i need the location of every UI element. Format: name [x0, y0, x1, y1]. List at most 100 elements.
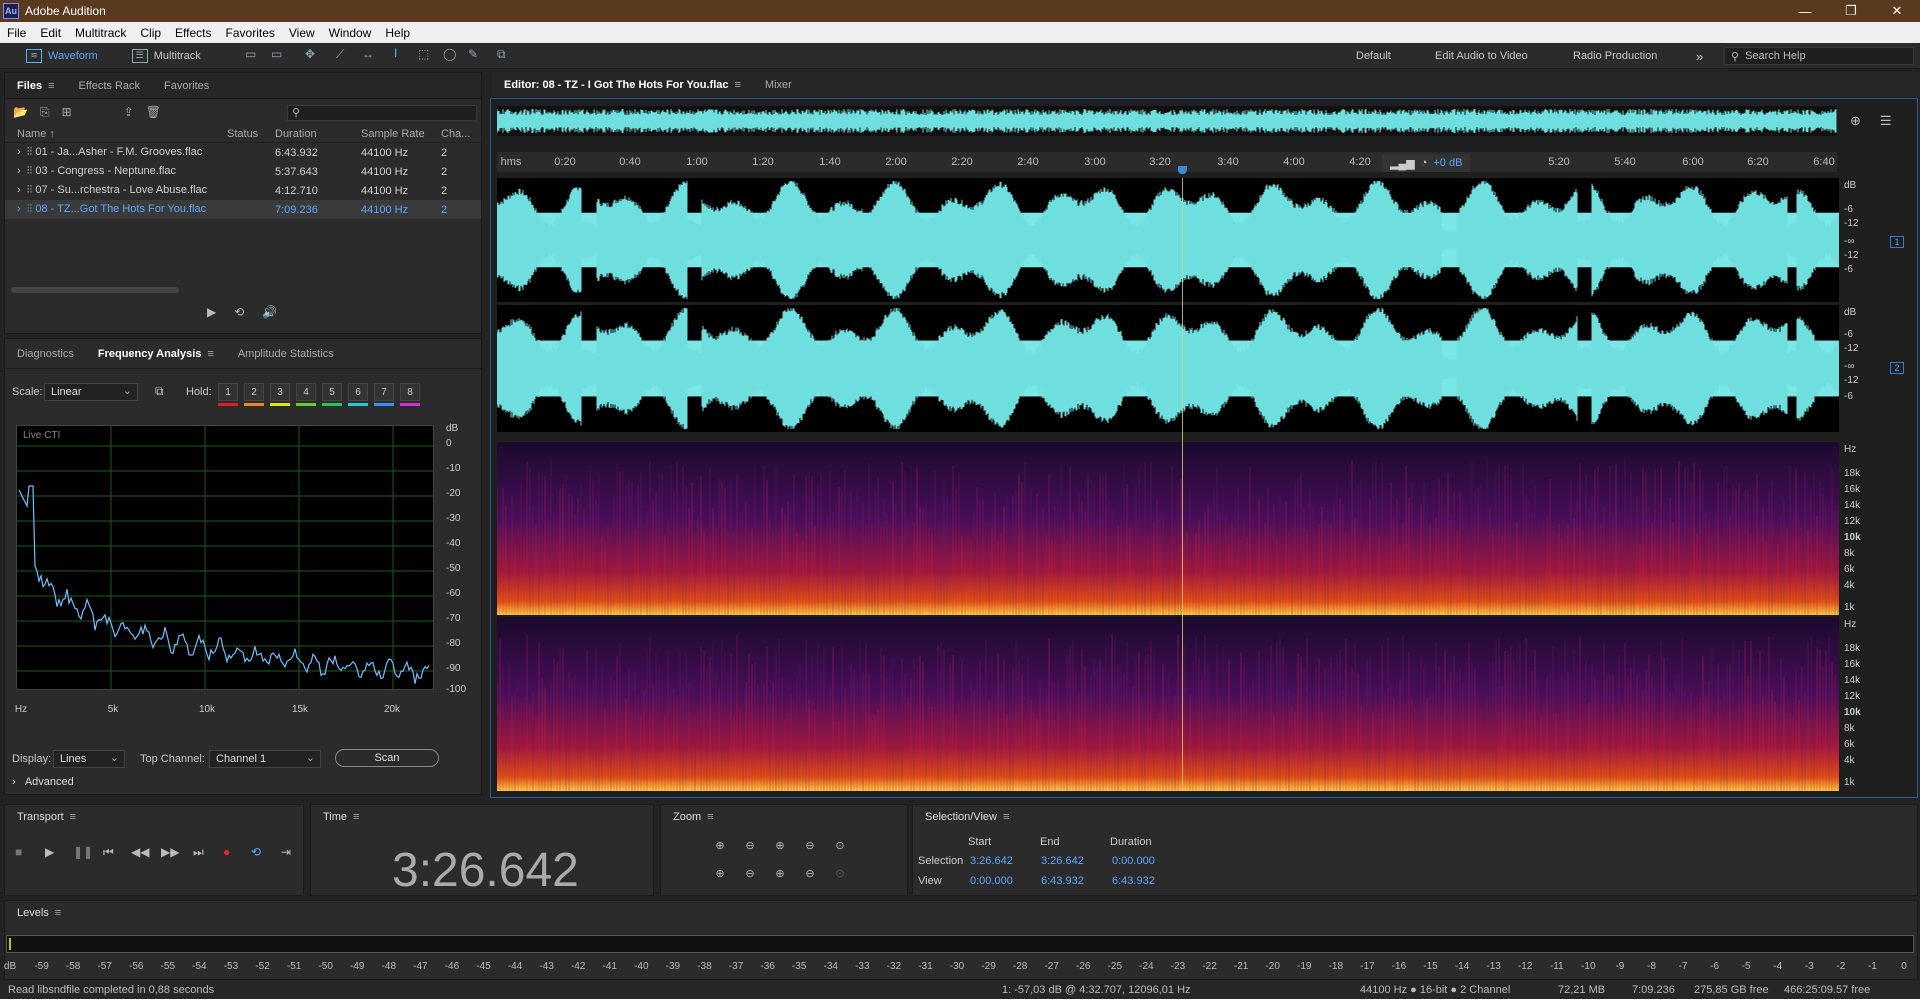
minimize-button[interactable]: — — [1782, 0, 1828, 22]
copy-icon[interactable]: ⧉ — [155, 384, 164, 399]
tab-editor[interactable]: Editor: 08 - TZ - I Got The Hots For You… — [492, 72, 753, 98]
previous-button[interactable]: ⏮ — [103, 845, 114, 860]
tab-effects-rack[interactable]: Effects Rack — [67, 73, 153, 99]
pause-button[interactable]: ❚❚ — [73, 845, 93, 859]
zoom-in-time-icon[interactable]: ⊕ — [772, 838, 788, 852]
slip-tool-icon[interactable]: ↔ — [362, 47, 374, 61]
hold-1-button[interactable]: 1 — [218, 383, 238, 401]
tab-frequency-analysis[interactable]: Frequency Analysis ≡ — [86, 341, 226, 367]
panel-menu-icon[interactable]: ≡ — [55, 907, 61, 919]
tab-diagnostics[interactable]: Diagnostics — [5, 341, 86, 367]
record-button[interactable]: ● — [223, 845, 230, 859]
workspace-radio-production[interactable]: Radio Production — [1573, 43, 1657, 69]
selection-start[interactable]: 3:26.642 — [970, 855, 1013, 867]
marquee-tool-icon[interactable]: ⬚ — [418, 47, 429, 61]
panel-menu-icon[interactable]: ≡ — [1003, 811, 1009, 823]
file-row[interactable]: › ⫶⫶ 01 - Ja...Asher - F.M. Grooves.flac… — [5, 143, 481, 162]
open-file-icon[interactable]: 📂 — [13, 105, 28, 119]
zoom-to-fit-icon[interactable]: ⊕ — [1850, 113, 1861, 129]
display-dropdown[interactable]: Lines — [53, 750, 125, 768]
import-file-icon[interactable]: ⎘ — [40, 105, 50, 120]
top-channel-dropdown[interactable]: Channel 1 — [209, 750, 321, 768]
hold-4-button[interactable]: 4 — [296, 383, 316, 401]
menu-clip[interactable]: Clip — [133, 26, 168, 40]
lasso-tool-icon[interactable]: ◯ — [443, 47, 456, 61]
tab-amplitude-statistics[interactable]: Amplitude Statistics — [226, 341, 346, 367]
fast-forward-button[interactable]: ▶▶ — [161, 845, 179, 859]
skip-button[interactable]: ⇥ — [281, 845, 291, 859]
file-row[interactable]: › ⫶⫶ 03 - Congress - Neptune.flac 5:37.6… — [5, 162, 481, 181]
menu-favorites[interactable]: Favorites — [219, 26, 282, 40]
tab-files[interactable]: Files ≡ — [5, 73, 67, 99]
insert-icon[interactable]: ⇪ — [124, 105, 134, 119]
playhead-marker-icon[interactable] — [1178, 166, 1187, 174]
spectral-pitch-icon[interactable]: ▭ — [271, 47, 282, 61]
files-scrollbar[interactable] — [11, 287, 179, 293]
menu-multitrack[interactable]: Multitrack — [68, 26, 133, 40]
preview-loop-icon[interactable]: ⟲ — [234, 305, 244, 319]
hold-6-button[interactable]: 6 — [348, 383, 368, 401]
selection-duration[interactable]: 0:00.000 — [1112, 855, 1155, 867]
brush-tool-icon[interactable]: ✎ — [468, 47, 478, 61]
spectrogram-channel-2[interactable] — [497, 617, 1839, 791]
gain-knob-icon[interactable]: ◔ — [1421, 157, 1428, 169]
col-status[interactable]: Status — [227, 128, 275, 140]
move-tool-icon[interactable]: ✥ — [305, 47, 315, 61]
loop-button[interactable]: ⟲ — [251, 845, 261, 859]
hud-gain[interactable]: ▂▄▆ ◔ +0 dB — [1382, 154, 1471, 172]
channel-1-badge[interactable]: 1 — [1890, 236, 1904, 248]
expand-icon[interactable]: › ⫶⫶ — [17, 184, 35, 196]
preview-play-icon[interactable]: ▶ — [207, 305, 216, 319]
zoom-selection-icon[interactable]: ⊕ — [712, 866, 728, 880]
hold-2-button[interactable]: 2 — [244, 383, 264, 401]
file-row[interactable]: › ⫶⫶ 07 - Su...rchestra - Love Abuse.fla… — [5, 181, 481, 200]
frequency-graph[interactable]: Live CTI — [16, 425, 435, 691]
workspace-edit-audio-to-video[interactable]: Edit Audio to Video — [1435, 43, 1528, 69]
new-file-icon[interactable]: ⊞ — [62, 105, 72, 119]
zoom-left-icon[interactable]: ⊕ — [772, 866, 788, 880]
restore-button[interactable]: ❐ — [1828, 0, 1874, 22]
view-end[interactable]: 6:43.932 — [1041, 875, 1084, 887]
panel-menu-icon[interactable]: ≡ — [48, 80, 54, 92]
multitrack-mode-button[interactable]: ☰ Multitrack — [118, 46, 209, 66]
zoom-out-time-icon[interactable]: ⊖ — [802, 838, 818, 852]
zoom-reset-icon[interactable]: ⊙ — [832, 866, 848, 880]
file-row-selected[interactable]: › ⫶⫶ 08 - TZ...Got The Hots For You.flac… — [5, 200, 481, 219]
menu-help[interactable]: Help — [378, 26, 417, 40]
hold-8-button[interactable]: 8 — [400, 383, 420, 401]
time-ruler[interactable]: hms 0:20 0:40 1:00 1:20 1:40 2:00 2:20 2:40 3:00… — [497, 152, 1837, 172]
tab-mixer[interactable]: Mixer — [753, 72, 804, 98]
spectral-freq-icon[interactable]: ▭ — [245, 47, 256, 61]
col-duration[interactable]: Duration — [275, 128, 361, 140]
zoom-in-point-icon[interactable]: ⊖ — [742, 866, 758, 880]
rewind-button[interactable]: ◀◀ — [131, 845, 149, 859]
spectrogram-channel-1[interactable] — [497, 442, 1839, 615]
spectral-toggle-icon[interactable]: ☰ — [1880, 113, 1892, 129]
next-button[interactable]: ⏭ — [193, 845, 204, 860]
panel-menu-icon[interactable]: ≡ — [707, 811, 713, 823]
advanced-toggle[interactable]: › Advanced — [12, 776, 74, 788]
col-name[interactable]: Name ↑ — [5, 128, 227, 140]
hold-3-button[interactable]: 3 — [270, 383, 290, 401]
waveform-channel-2[interactable] — [497, 305, 1839, 432]
waveform-mode-button[interactable]: ≋ Waveform — [12, 46, 106, 66]
col-channels[interactable]: Cha... — [441, 128, 471, 140]
play-button[interactable]: ▶ — [45, 845, 54, 859]
search-help-input[interactable]: ⚲ Search Help — [1724, 47, 1914, 65]
more-workspaces-button[interactable]: » — [1696, 43, 1703, 69]
preview-volume-icon[interactable]: 🔊 — [262, 305, 277, 319]
waveform-channel-1[interactable] — [497, 178, 1839, 302]
time-selection-tool-icon[interactable]: I — [394, 46, 397, 60]
expand-icon[interactable]: › ⫶⫶ — [17, 203, 35, 215]
channel-2-badge[interactable]: 2 — [1890, 362, 1904, 374]
view-duration[interactable]: 6:43.932 — [1112, 875, 1155, 887]
zoom-out-amplitude-icon[interactable]: ⊖ — [742, 838, 758, 852]
files-search-input[interactable]: ⚲ — [287, 105, 477, 121]
menu-window[interactable]: Window — [322, 26, 379, 40]
zoom-out-full-icon[interactable]: ⊙ — [832, 838, 848, 852]
delete-icon[interactable]: 🗑 — [146, 105, 161, 119]
spot-healing-tool-icon[interactable]: ⧉ — [497, 47, 506, 62]
stop-button[interactable]: ■ — [15, 845, 22, 859]
panel-menu-icon[interactable]: ≡ — [353, 811, 359, 823]
panel-menu-icon[interactable]: ≡ — [70, 811, 76, 823]
